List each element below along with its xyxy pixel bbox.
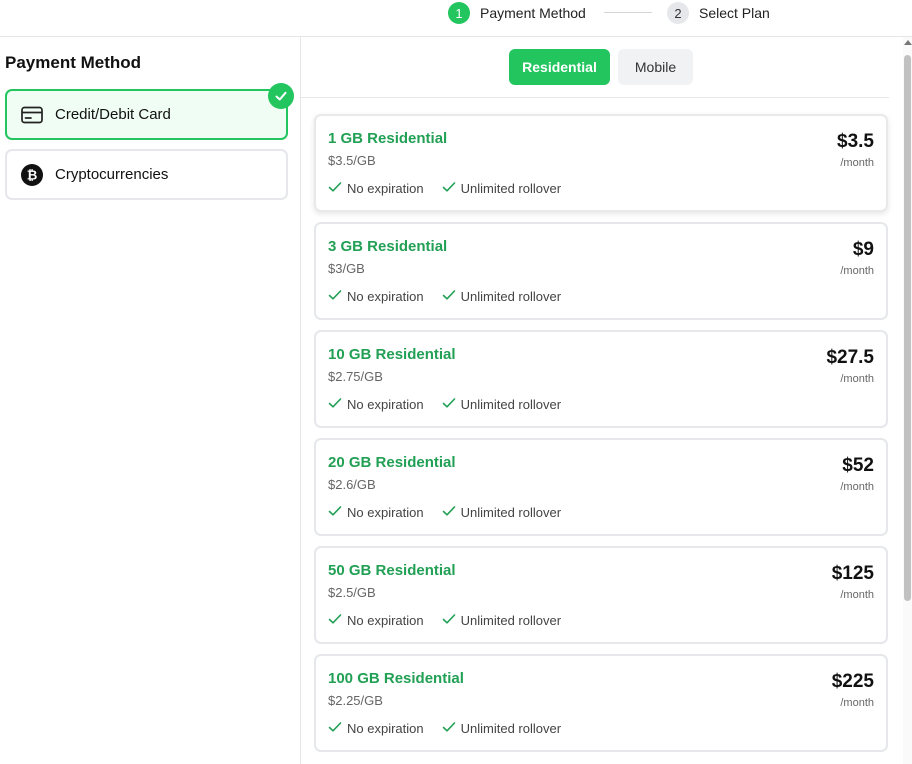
tab-mobile[interactable]: Mobile (618, 49, 693, 85)
svg-text:₿: ₿ (27, 168, 38, 183)
feature-label: Unlimited rollover (460, 397, 562, 412)
plan-card[interactable]: 100 GB Residential $2.25/GB No expiration U… (314, 654, 888, 752)
plan-period: /month (840, 265, 874, 277)
payment-option-card-label: Credit/Debit Card (55, 106, 171, 123)
feature-unlimited-rollover: Unlimited rollover (442, 289, 561, 304)
credit-card-icon (20, 103, 44, 127)
check-icon (328, 505, 347, 520)
feature-unlimited-rollover: Unlimited rollover (442, 721, 561, 736)
plan-card[interactable]: 1 GB Residential $3.5/GB No expiration Unli… (314, 114, 888, 212)
plan-period: /month (840, 697, 874, 709)
plan-unit-price: $3.5/GB (328, 153, 376, 168)
step-number-1: 1 (448, 2, 470, 24)
plan-period: /month (840, 373, 874, 385)
check-icon (442, 613, 461, 628)
plan-type-tabs: Residential Mobile (301, 37, 889, 98)
step-select-plan[interactable]: 2 Select Plan (667, 1, 770, 25)
feature-label: No expiration (347, 721, 424, 736)
step-number-2: 2 (667, 2, 689, 24)
feature-no-expiration: No expiration (328, 289, 424, 304)
plan-price: $3.5 (837, 131, 874, 152)
feature-unlimited-rollover: Unlimited rollover (442, 505, 561, 520)
plan-price: $9 (852, 239, 874, 260)
plan-price: $27.5 (826, 347, 874, 368)
check-icon (442, 397, 461, 412)
step-connector (604, 12, 652, 13)
selected-check-icon (268, 83, 294, 109)
payment-method-title: Payment Method (5, 53, 142, 72)
check-icon (328, 721, 347, 736)
feature-unlimited-rollover: Unlimited rollover (442, 181, 561, 196)
plan-card[interactable]: 50 GB Residential $2.5/GB No expiration Unl… (314, 546, 888, 644)
plan-card[interactable]: 10 GB Residential $2.75/GB No expiration Un… (314, 330, 888, 428)
check-icon (328, 181, 347, 196)
plan-name: 3 GB Residential (328, 238, 448, 255)
plan-name: 100 GB Residential (328, 670, 464, 687)
feature-label: No expiration (347, 289, 424, 304)
check-icon (328, 289, 347, 304)
plan-unit-price: $2.75/GB (328, 369, 383, 384)
plan-features: No expiration Unlimited rollover (328, 397, 579, 412)
plan-features: No expiration Unlimited rollover (328, 505, 579, 520)
feature-label: No expiration (347, 181, 424, 196)
bitcoin-icon: ₿ (20, 163, 44, 187)
feature-no-expiration: No expiration (328, 613, 424, 628)
check-icon (442, 505, 461, 520)
stepper-header: 1 Payment Method 2 Select Plan (0, 0, 912, 37)
plan-unit-price: $3/GB (328, 261, 365, 276)
feature-label: No expiration (347, 505, 424, 520)
plan-name: 1 GB Residential (328, 130, 448, 147)
check-icon (442, 721, 461, 736)
step-label-select-plan: Select Plan (699, 5, 770, 21)
plan-period: /month (840, 589, 874, 601)
feature-no-expiration: No expiration (328, 721, 424, 736)
feature-unlimited-rollover: Unlimited rollover (442, 613, 561, 628)
feature-no-expiration: No expiration (328, 505, 424, 520)
feature-label: No expiration (347, 613, 424, 628)
feature-label: No expiration (347, 397, 424, 412)
plan-unit-price: $2.5/GB (328, 585, 376, 600)
plan-price: $225 (831, 671, 874, 692)
scrollbar[interactable] (903, 37, 912, 764)
plan-unit-price: $2.6/GB (328, 477, 376, 492)
payment-option-crypto-label: Cryptocurrencies (55, 166, 169, 183)
plan-selection-panel: Residential Mobile 1 GB Residential $3.5/… (301, 37, 912, 764)
feature-no-expiration: No expiration (328, 397, 424, 412)
check-icon (442, 289, 461, 304)
feature-unlimited-rollover: Unlimited rollover (442, 397, 561, 412)
plan-features: No expiration Unlimited rollover (328, 613, 579, 628)
step-label-payment-method: Payment Method (480, 5, 586, 21)
payment-option-card[interactable]: Credit/Debit Card (5, 83, 294, 140)
tab-residential[interactable]: Residential (509, 49, 610, 85)
plan-card[interactable]: 3 GB Residential $3/GB No expiration Unlimi… (314, 222, 888, 320)
step-payment-method[interactable]: 1 Payment Method (448, 1, 586, 25)
plan-unit-price: $2.25/GB (328, 693, 383, 708)
plan-features: No expiration Unlimited rollover (328, 181, 579, 196)
plan-features: No expiration Unlimited rollover (328, 721, 579, 736)
plan-name: 50 GB Residential (328, 562, 456, 579)
scrollbar-thumb[interactable] (904, 55, 911, 601)
payment-option-crypto[interactable]: ₿ Cryptocurrencies (5, 149, 288, 200)
plan-features: No expiration Unlimited rollover (328, 289, 579, 304)
plan-price: $52 (842, 455, 874, 476)
plan-name: 20 GB Residential (328, 454, 456, 471)
plan-period: /month (840, 481, 874, 493)
check-icon (328, 613, 347, 628)
feature-label: Unlimited rollover (460, 721, 562, 736)
check-icon (328, 397, 347, 412)
payment-method-panel: Payment Method Credit/Debit Card ₿ Crypt… (0, 37, 301, 764)
plan-period: /month (840, 157, 874, 169)
feature-label: Unlimited rollover (460, 181, 562, 196)
feature-label: Unlimited rollover (460, 505, 562, 520)
plan-price: $125 (831, 563, 874, 584)
feature-label: Unlimited rollover (460, 289, 562, 304)
feature-label: Unlimited rollover (460, 613, 562, 628)
scroll-up-arrow-icon[interactable] (904, 40, 912, 45)
check-icon (442, 181, 461, 196)
feature-no-expiration: No expiration (328, 181, 424, 196)
plan-name: 10 GB Residential (328, 346, 456, 363)
plan-card[interactable]: 20 GB Residential $2.6/GB No expiration Unl… (314, 438, 888, 536)
